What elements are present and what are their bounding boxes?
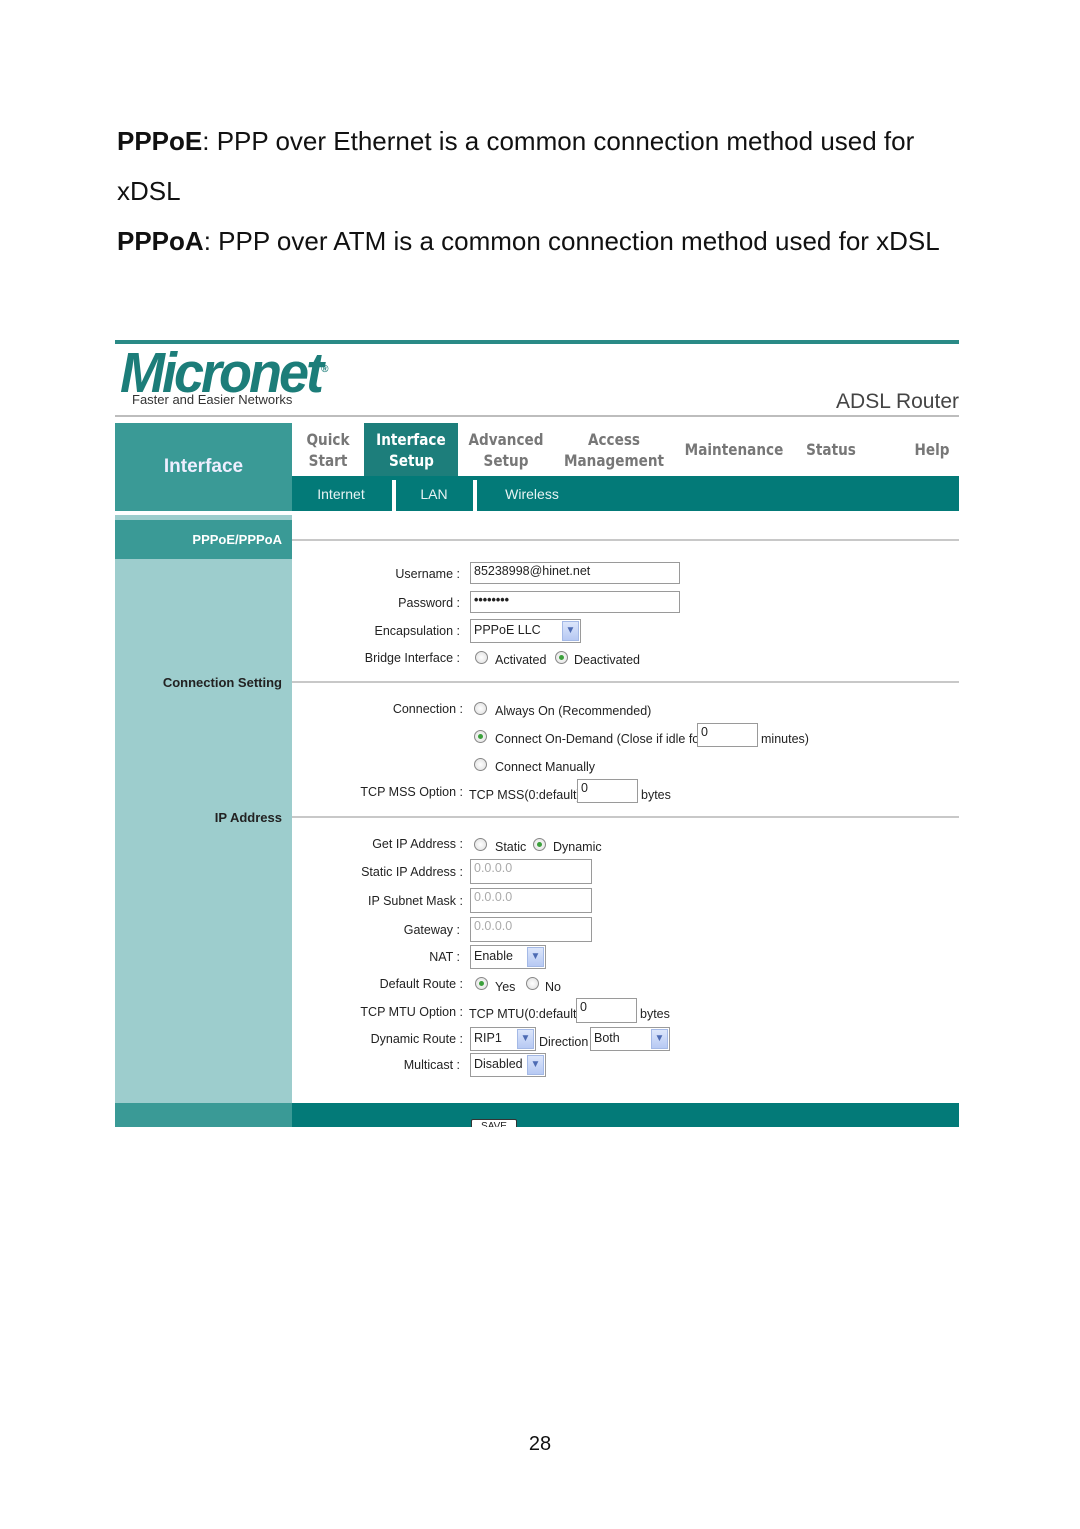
connect-manually-radio[interactable] xyxy=(474,758,487,771)
sidebar-ip-address: IP Address xyxy=(214,810,282,825)
default-route-no-label: No xyxy=(545,980,561,994)
get-ip-static-label: Static xyxy=(495,840,527,854)
chevron-down-icon: ▼ xyxy=(651,1029,668,1049)
section-title: Interface xyxy=(115,423,292,511)
bridge-deactivated-radio[interactable] xyxy=(555,651,568,664)
pppoa-term: PPPoA xyxy=(117,226,204,256)
bridge-activated-label: Activated xyxy=(495,653,547,667)
tcp-mtu-text: TCP MTU(0:default) xyxy=(469,1007,581,1021)
section-divider xyxy=(292,816,959,818)
sidebar xyxy=(115,515,292,1103)
chevron-down-icon: ▼ xyxy=(527,1055,544,1075)
nav-maintenance[interactable]: Maintenance xyxy=(683,423,785,476)
bridge-interface-label: Bridge Interface : xyxy=(364,651,460,665)
subnav-wireless[interactable]: Wireless xyxy=(477,476,587,511)
gateway-input[interactable]: 0.0.0.0 xyxy=(470,917,592,942)
footer-sidebar xyxy=(115,1103,292,1127)
nav-advanced-setup[interactable]: Advanced Setup xyxy=(465,423,547,476)
subnav-internet[interactable]: Internet xyxy=(292,476,390,511)
page-number: 28 xyxy=(528,1433,552,1455)
default-route-yes-label: Yes xyxy=(495,980,516,994)
static-ip-input[interactable]: 0.0.0.0 xyxy=(470,859,592,884)
encapsulation-label: Encapsulation : xyxy=(374,624,460,638)
always-on-radio[interactable] xyxy=(474,702,487,715)
nat-label: NAT : xyxy=(429,950,460,964)
on-demand-label: Connect On-Demand (Close if idle for xyxy=(495,732,704,746)
username-input[interactable]: 85238998@hinet.net xyxy=(470,562,680,584)
idle-minutes-unit: minutes) xyxy=(761,732,809,746)
subnav-lan[interactable]: LAN xyxy=(396,476,472,511)
get-ip-label: Get IP Address : xyxy=(372,837,463,851)
on-demand-radio[interactable] xyxy=(474,730,487,743)
tcp-mtu-label: TCP MTU Option : xyxy=(360,1005,463,1019)
pppoa-text: : PPP over ATM is a common connection me… xyxy=(203,226,940,256)
nav-quick-start[interactable]: Quick Start xyxy=(297,423,358,476)
dynamic-route-select[interactable]: RIP1 ▼ xyxy=(470,1027,536,1051)
get-ip-static-radio[interactable] xyxy=(474,838,487,851)
main-nav: Quick Start Interface Setup Advanced Setup … xyxy=(292,423,959,476)
connection-label: Connection : xyxy=(392,702,463,716)
username-label: Username : xyxy=(395,567,460,581)
get-ip-dynamic-radio[interactable] xyxy=(533,838,546,851)
direction-select[interactable]: Both ▼ xyxy=(590,1027,670,1051)
pppoe-description-continued: xDSL xyxy=(117,176,181,206)
tcp-mss-label: TCP MSS Option : xyxy=(360,785,463,799)
dynamic-route-label: Dynamic Route : xyxy=(370,1032,463,1046)
tcp-mss-unit: bytes xyxy=(641,788,671,802)
router-screenshot: Micronet® Faster and Easier Networks ADS… xyxy=(115,340,959,1127)
tcp-mtu-input[interactable]: 0 xyxy=(576,998,637,1023)
default-route-label: Default Route : xyxy=(379,977,463,991)
idle-minutes-input[interactable]: 0 xyxy=(697,723,758,747)
nav-help[interactable]: Help xyxy=(898,423,959,476)
sub-nav: Internet LAN Wireless xyxy=(292,476,959,511)
always-on-label: Always On (Recommended) xyxy=(495,704,652,718)
gateway-label: Gateway : xyxy=(403,923,460,937)
tcp-mss-input[interactable]: 0 xyxy=(577,779,638,803)
sidebar-section-pppoe: PPPoE/PPPoA xyxy=(115,520,292,559)
chevron-down-icon: ▼ xyxy=(517,1029,534,1049)
save-button[interactable]: SAVE xyxy=(471,1119,517,1127)
nat-select[interactable]: Enable ▼ xyxy=(470,945,546,969)
chevron-down-icon: ▼ xyxy=(527,947,544,967)
section-divider xyxy=(292,539,959,541)
bridge-activated-radio[interactable] xyxy=(475,651,488,664)
subnet-mask-input[interactable]: 0.0.0.0 xyxy=(470,888,592,913)
header-divider xyxy=(115,415,959,417)
default-route-yes-radio[interactable] xyxy=(475,977,488,990)
brand-tagline: Faster and Easier Networks xyxy=(132,392,293,407)
footer-bar xyxy=(292,1103,959,1127)
encapsulation-select[interactable]: PPPoE LLC ▼ xyxy=(470,619,581,643)
connect-manually-label: Connect Manually xyxy=(495,760,596,774)
static-ip-label: Static IP Address : xyxy=(361,865,463,879)
nav-status[interactable]: Status xyxy=(800,423,863,476)
tcp-mtu-unit: bytes xyxy=(640,1007,670,1021)
pppoe-description: PPPoE: PPP over Ethernet is a common con… xyxy=(117,126,914,156)
sidebar-connection-setting: Connection Setting xyxy=(162,675,282,690)
multicast-label: Multicast : xyxy=(403,1058,460,1072)
password-label: Password : xyxy=(398,596,460,610)
pppoe-term: PPPoE xyxy=(117,126,203,156)
subnet-mask-label: IP Subnet Mask : xyxy=(368,894,463,908)
section-divider xyxy=(292,681,959,683)
pppoa-description: PPPoA: PPP over ATM is a common connecti… xyxy=(117,226,940,256)
product-name: ADSL Router xyxy=(836,390,959,413)
nav-interface-setup[interactable]: Interface Setup xyxy=(364,423,458,476)
multicast-select[interactable]: Disabled ▼ xyxy=(470,1053,546,1077)
pppoe-text: : PPP over Ethernet is a common connecti… xyxy=(202,126,915,156)
direction-label: Direction xyxy=(539,1035,589,1049)
password-input[interactable]: •••••••• xyxy=(470,591,680,613)
chevron-down-icon: ▼ xyxy=(562,621,579,641)
bridge-deactivated-label: Deactivated xyxy=(574,653,641,667)
nav-access-management[interactable]: Access Management xyxy=(563,423,665,476)
default-route-no-radio[interactable] xyxy=(526,977,539,990)
tcp-mss-text: TCP MSS(0:default) xyxy=(469,788,581,802)
get-ip-dynamic-label: Dynamic xyxy=(553,840,602,854)
